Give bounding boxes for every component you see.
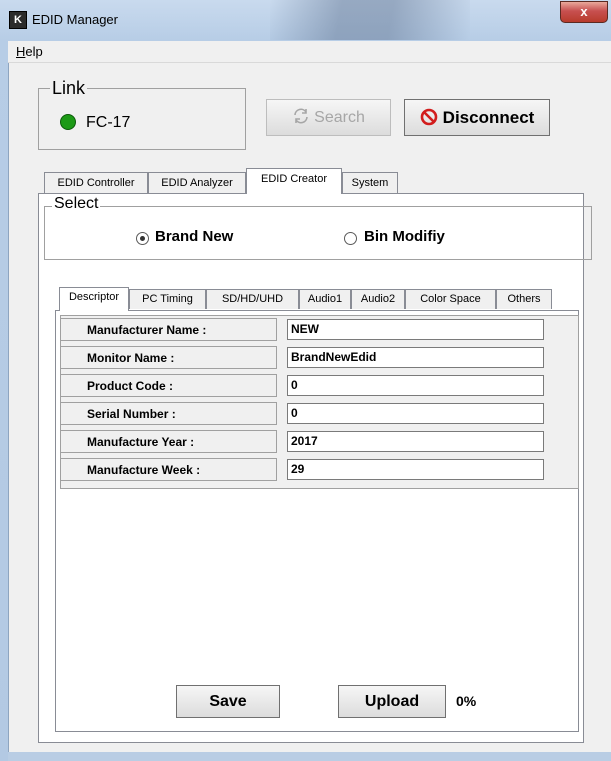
radio-bin-modify-label[interactable]: Bin Modifiy [364,228,445,245]
disconnect-button[interactable]: Disconnect [404,99,550,136]
serial-number-field[interactable]: 0 [287,403,544,424]
edid-manager-window: K EDID Manager x Help Link FC-17 Search … [0,0,611,761]
manufacturer-name-label: Manufacturer Name : [60,318,277,341]
radio-selected-dot [140,236,145,241]
search-button-label: Search [314,109,365,126]
select-group [44,206,592,260]
close-button[interactable]: x [560,1,608,23]
radio-brand-new[interactable] [136,232,149,245]
search-button[interactable]: Search [266,99,391,136]
menu-help-mnemonic: H [16,44,26,59]
monitor-name-label: Monitor Name : [60,346,277,369]
connection-status-led-icon [60,114,76,130]
window-bottom-border [8,752,611,761]
app-logo-icon: K [9,11,27,29]
linked-device-name: FC-17 [86,114,131,131]
tab-edid-controller[interactable]: EDID Controller [44,172,148,194]
manufacture-week-field[interactable]: 29 [287,459,544,480]
refresh-icon [294,108,308,124]
menu-bar: Help [8,41,611,63]
menu-help[interactable]: Help [16,44,43,59]
tab-edid-analyzer[interactable]: EDID Analyzer [148,172,246,194]
radio-bin-modify[interactable] [344,232,357,245]
tab-edid-creator[interactable]: EDID Creator [246,168,342,194]
tab-system[interactable]: System [342,172,398,194]
tab-sd-hd-uhd[interactable]: SD/HD/UHD [206,289,299,309]
tab-audio1[interactable]: Audio1 [299,289,351,309]
product-code-field[interactable]: 0 [287,375,544,396]
product-code-label: Product Code : [60,374,277,397]
title-bar-gradient [270,0,470,40]
manufacture-year-label: Manufacture Year : [60,430,277,453]
tab-others[interactable]: Others [496,289,552,309]
select-group-title: Select [52,195,101,213]
title-bar[interactable]: K EDID Manager x [0,0,611,40]
disconnect-button-label: Disconnect [442,108,535,127]
upload-button[interactable]: Upload [338,685,446,718]
serial-number-label: Serial Number : [60,402,277,425]
tab-audio2[interactable]: Audio2 [351,289,405,309]
monitor-name-field[interactable]: BrandNewEdid [287,347,544,368]
no-entry-icon [420,108,437,126]
manufacture-year-field[interactable]: 2017 [287,431,544,452]
manufacturer-name-field[interactable]: NEW [287,319,544,340]
window-title: EDID Manager [32,12,118,27]
link-group-title: Link [50,78,88,99]
manufacture-week-label: Manufacture Week : [60,458,277,481]
tab-color-space[interactable]: Color Space [405,289,496,309]
tab-pc-timing[interactable]: PC Timing [129,289,206,309]
tab-descriptor[interactable]: Descriptor [59,287,129,311]
radio-brand-new-label[interactable]: Brand New [155,228,233,245]
menu-help-label: elp [25,44,43,59]
upload-progress-text: 0% [456,693,477,709]
save-button[interactable]: Save [176,685,280,718]
